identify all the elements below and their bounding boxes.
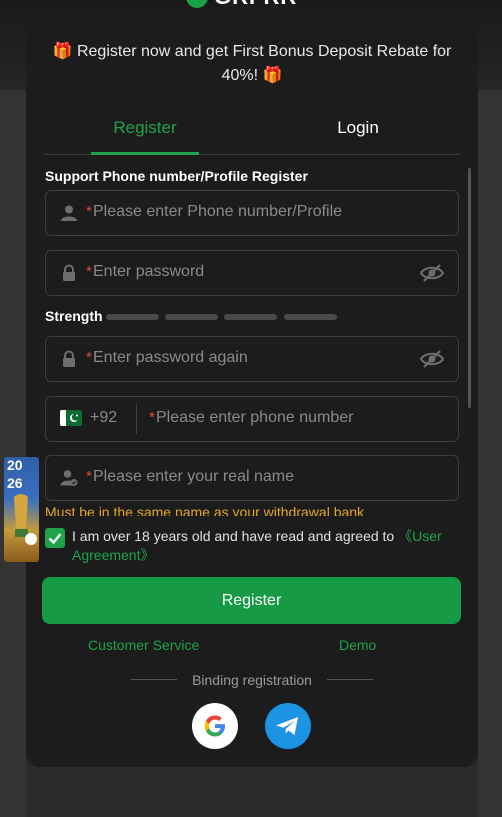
google-login-button[interactable] xyxy=(192,703,238,749)
strength-bar xyxy=(165,314,218,320)
tab-register[interactable]: Register xyxy=(91,110,199,155)
real-name-placeholder: Please enter your real name xyxy=(93,468,294,485)
google-icon xyxy=(204,715,225,737)
required-mark: * xyxy=(86,349,92,366)
lock-icon xyxy=(63,350,75,367)
strength-bar xyxy=(284,314,337,320)
customer-service-link[interactable]: Customer Service xyxy=(88,637,199,653)
demo-link[interactable]: Demo xyxy=(339,637,376,653)
required-mark: * xyxy=(86,203,92,220)
world-cup-2026-ad[interactable]: 20 26 xyxy=(4,457,39,562)
eye-off-icon[interactable] xyxy=(420,349,444,369)
gift-icon: 🎁 xyxy=(262,67,283,84)
page-background-left xyxy=(0,90,26,817)
telegram-login-button[interactable] xyxy=(265,703,311,749)
register-button[interactable]: Register xyxy=(42,577,461,624)
tab-login[interactable]: Login xyxy=(304,110,412,154)
agreement-label: I am over 18 years old and have read and… xyxy=(72,528,395,544)
lock-icon xyxy=(63,264,75,281)
confirm-password-input[interactable]: * Enter password again xyxy=(45,336,459,382)
account-input[interactable]: * Please enter Phone number/Profile xyxy=(45,190,459,236)
strength-bar xyxy=(224,314,277,320)
required-mark: * xyxy=(149,409,155,426)
site-logo: GRFRR xyxy=(186,0,316,10)
phone-input[interactable]: +92 * Please enter phone number xyxy=(45,396,459,442)
required-mark: * xyxy=(86,263,92,280)
password-placeholder: Enter password xyxy=(93,263,205,280)
section-label: Support Phone number/Profile Register xyxy=(45,168,308,184)
password-input[interactable]: * Enter password xyxy=(45,250,459,296)
eye-off-icon[interactable] xyxy=(420,263,444,283)
logo-icon xyxy=(186,0,208,8)
strength-label: Strength xyxy=(45,308,103,324)
agreement-text: I am over 18 years old and have read and… xyxy=(72,527,464,565)
binding-label: Binding registration xyxy=(192,672,312,688)
telegram-icon xyxy=(276,717,298,735)
field-divider xyxy=(136,404,137,434)
confirm-password-placeholder: Enter password again xyxy=(93,349,248,366)
real-name-input[interactable]: * Please enter your real name xyxy=(45,455,459,501)
form-scrollbar[interactable] xyxy=(468,168,471,408)
logo-text: GRFRR xyxy=(214,0,297,10)
user-icon xyxy=(61,205,77,221)
register-modal: 🎁 Register now and get First Bonus Depos… xyxy=(26,22,478,767)
auth-tabs: Register Login xyxy=(44,110,460,155)
strength-bar xyxy=(106,314,159,320)
real-name-warning-text: Must be in the same name as your withdra… xyxy=(45,504,365,516)
agreement-checkbox[interactable] xyxy=(45,528,65,548)
phone-placeholder: Please enter phone number xyxy=(156,409,354,426)
real-name-warning: Must be in the same name as your withdra… xyxy=(45,504,457,516)
trophy-icon xyxy=(14,494,37,545)
pakistan-flag-icon[interactable] xyxy=(60,410,82,426)
user-verified-icon xyxy=(60,470,78,486)
checkmark-icon xyxy=(48,533,62,545)
promo-banner: 🎁 Register now and get First Bonus Depos… xyxy=(36,40,468,88)
country-code[interactable]: +92 xyxy=(90,409,117,427)
binding-divider xyxy=(327,679,373,680)
account-placeholder: Please enter Phone number/Profile xyxy=(93,203,343,220)
gift-icon: 🎁 xyxy=(52,43,73,60)
required-mark: * xyxy=(86,468,92,485)
page-background-right xyxy=(478,90,502,817)
